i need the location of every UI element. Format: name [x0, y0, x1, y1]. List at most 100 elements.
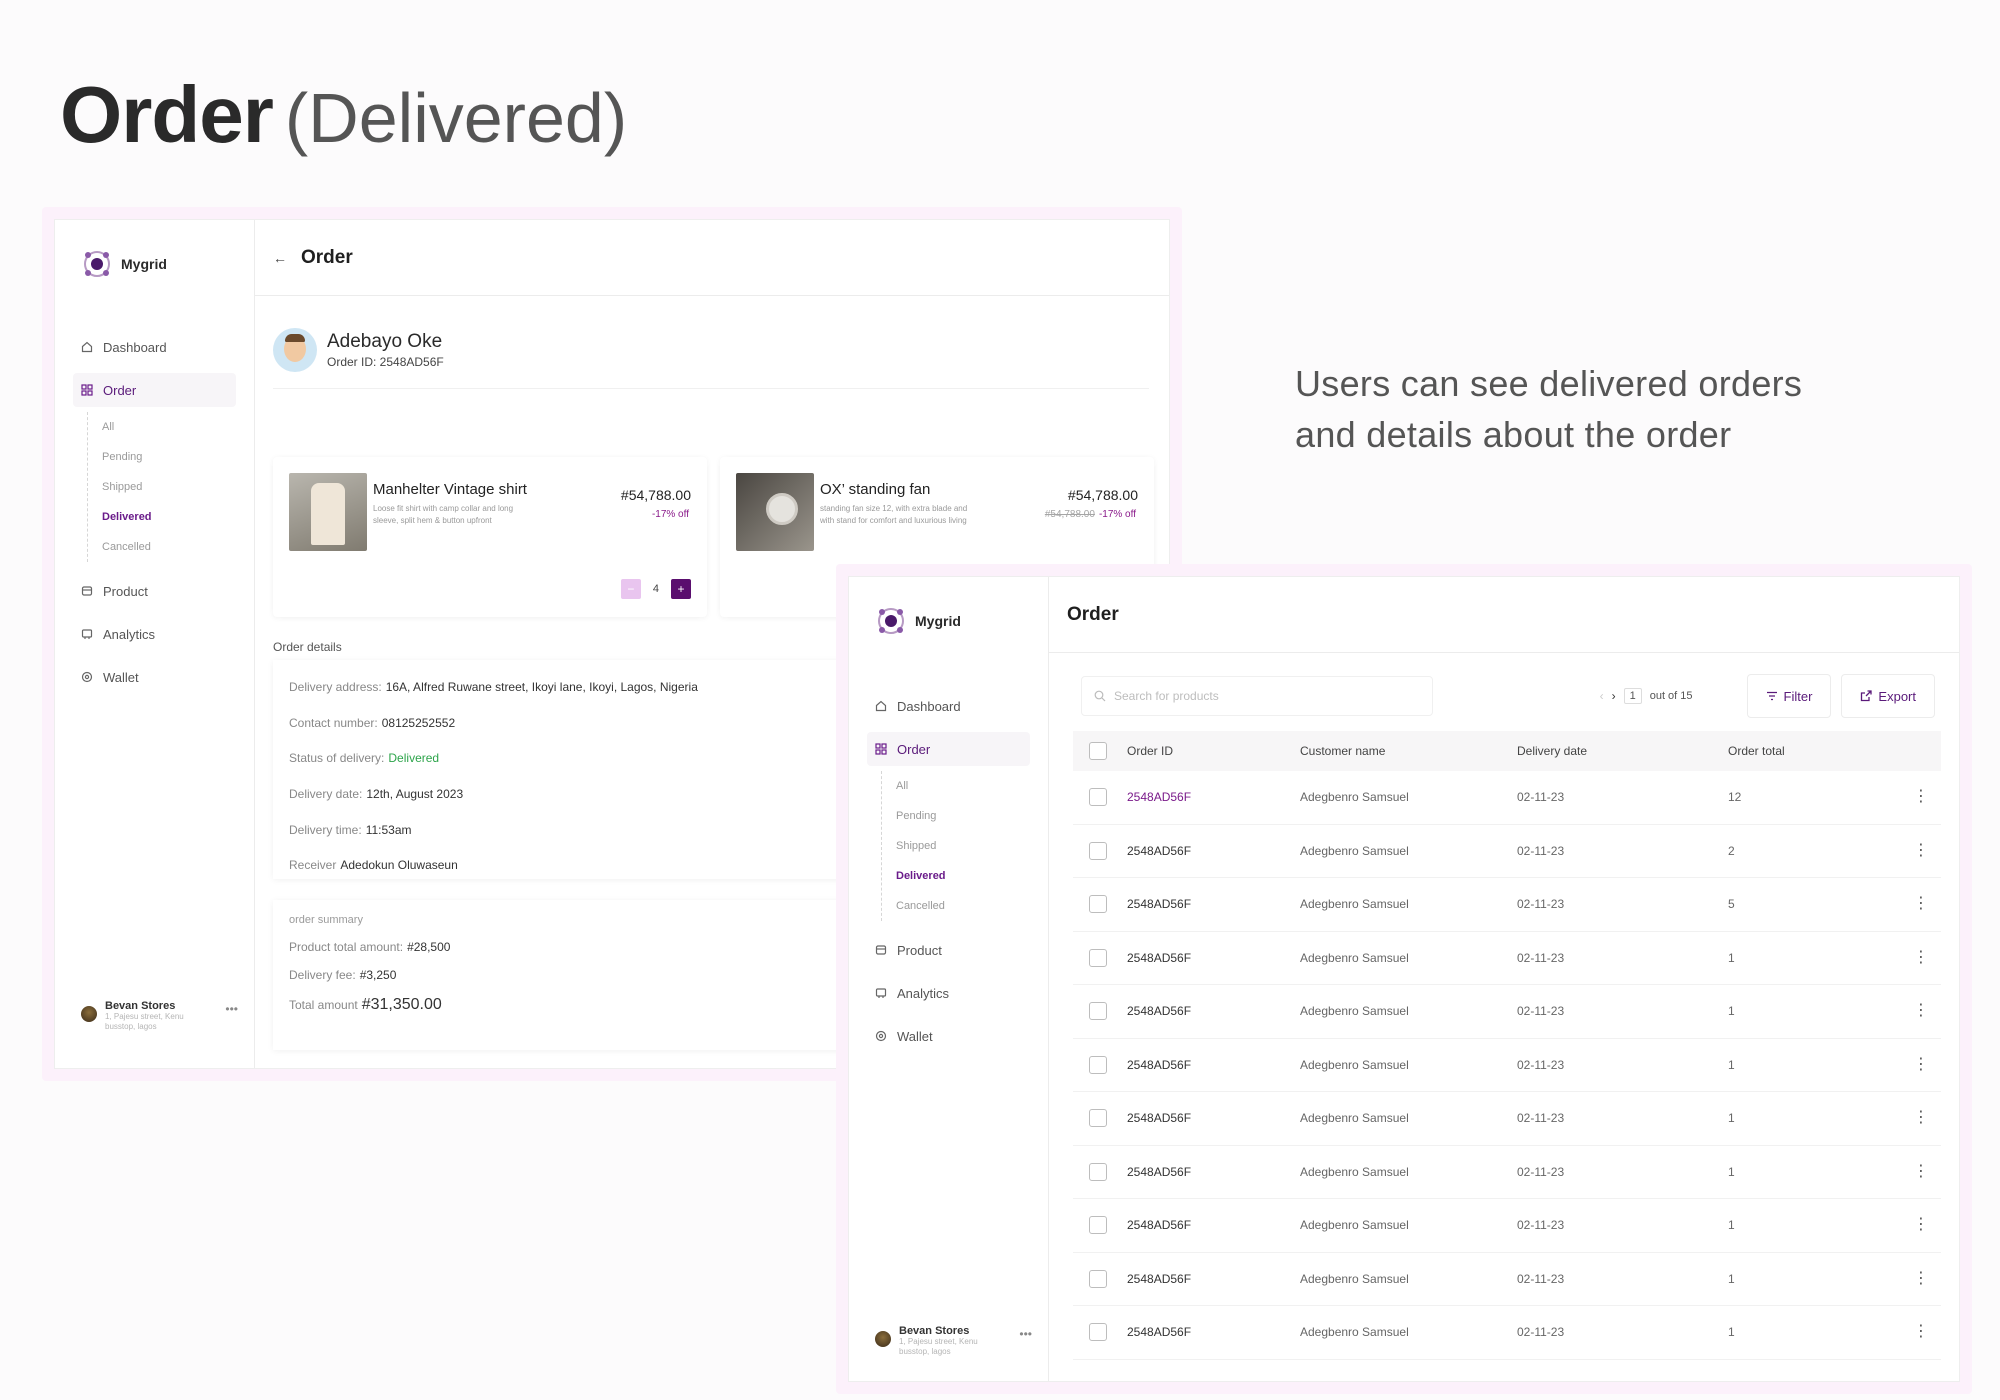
row-checkbox[interactable] [1089, 895, 1107, 914]
more-vertical-icon[interactable]: ⋮ [1901, 949, 1941, 966]
table-row[interactable]: 2548AD56F Adegbenro Samsuel 02-11-23 1 ⋮ [1073, 1039, 1941, 1092]
submenu-cancelled[interactable]: Cancelled [102, 532, 236, 562]
table-row[interactable]: 2548AD56F Adegbenro Samsuel 02-11-23 5 ⋮ [1073, 878, 1941, 932]
order-id-cell[interactable]: 2548AD56F [1127, 1325, 1300, 1339]
submenu-shipped[interactable]: Shipped [896, 831, 1030, 861]
order-id-cell[interactable]: 2548AD56F [1127, 897, 1300, 911]
more-vertical-icon[interactable]: ⋮ [1901, 896, 1941, 912]
row-checkbox[interactable] [1089, 1269, 1107, 1288]
product-discount-label: -17% off [1098, 509, 1136, 520]
header: Order [1049, 577, 1959, 653]
table-row[interactable]: 2548AD56F Adegbenro Samsuel 02-11-23 1 ⋮ [1073, 1253, 1941, 1306]
table-row[interactable]: 2548AD56F Adegbenro Samsuel 02-11-23 1 ⋮ [1073, 932, 1941, 985]
more-vertical-icon[interactable]: ⋮ [1901, 789, 1941, 805]
row-checkbox[interactable] [1089, 1162, 1107, 1181]
table-row[interactable]: 2548AD56F Adegbenro Samsuel 02-11-23 1 ⋮ [1073, 1199, 1941, 1253]
sidebar-item-product[interactable]: Product [867, 933, 1030, 967]
sidebar-item-dashboard[interactable]: Dashboard [73, 330, 236, 364]
search-input[interactable] [1114, 689, 1394, 703]
back-arrow-icon[interactable]: ← [273, 250, 287, 266]
page-number[interactable]: 1 [1623, 688, 1642, 704]
submenu-all[interactable]: All [896, 771, 1030, 801]
next-page-icon[interactable]: › [1612, 689, 1616, 703]
row-checkbox[interactable] [1089, 841, 1107, 860]
more-vertical-icon[interactable]: ⋮ [1901, 1056, 1941, 1073]
table-row[interactable]: 2548AD56F Adegbenro Samsuel 02-11-23 2 ⋮ [1073, 825, 1941, 878]
order-id-cell[interactable]: 2548AD56F [1127, 844, 1300, 858]
sidebar-item-product[interactable]: Product [73, 574, 236, 608]
more-vertical-icon[interactable]: ⋮ [1901, 1217, 1941, 1233]
customer-name-cell: Adegbenro Samsuel [1300, 790, 1409, 805]
fan-image [736, 473, 814, 551]
sidebar-item-wallet[interactable]: Wallet [867, 1019, 1030, 1053]
column-header-customer-name[interactable]: Customer name [1300, 744, 1517, 758]
row-checkbox[interactable] [1089, 1216, 1107, 1235]
more-vertical-icon[interactable]: ⋮ [1901, 1003, 1941, 1019]
delivery-date-cell: 02-11-23 [1517, 1164, 1565, 1179]
row-checkbox[interactable] [1089, 1109, 1107, 1128]
detail-value: Adedokun Oluwaseun [340, 858, 458, 873]
table-row[interactable]: 2548AD56F Adegbenro Samsuel 02-11-23 1 ⋮ [1073, 1092, 1941, 1146]
page-title: Order (Delivered) [60, 70, 627, 163]
page-title-status: (Delivered) [284, 79, 628, 157]
more-vertical-icon[interactable]: ⋮ [1901, 1110, 1941, 1126]
filter-button[interactable]: Filter [1746, 674, 1832, 718]
row-checkbox[interactable] [1089, 1323, 1107, 1342]
more-icon[interactable]: ••• [1019, 1327, 1032, 1341]
table-row[interactable]: 2548AD56F Adegbenro Samsuel 02-11-23 1 ⋮ [1073, 1306, 1941, 1360]
more-vertical-icon[interactable]: ⋮ [1901, 1270, 1941, 1287]
submenu-cancelled[interactable]: Cancelled [896, 891, 1030, 921]
product-description: Loose fit shirt with camp collar and lon… [373, 504, 514, 525]
order-id-cell[interactable]: 2548AD56F [1127, 790, 1300, 804]
table-row[interactable]: 2548AD56F Adegbenro Samsuel 02-11-23 1 ⋮ [1073, 1146, 1941, 1199]
brand[interactable]: Mygrid [877, 607, 961, 635]
order-id-cell[interactable]: 2548AD56F [1127, 1272, 1300, 1286]
submenu-pending[interactable]: Pending [896, 801, 1030, 831]
table-row[interactable]: 2548AD56F Adegbenro Samsuel 02-11-23 1 ⋮ [1073, 985, 1941, 1039]
more-vertical-icon[interactable]: ⋮ [1901, 842, 1941, 859]
select-all-checkbox[interactable] [1089, 742, 1107, 760]
submenu-pending[interactable]: Pending [102, 442, 236, 472]
order-id-cell[interactable]: 2548AD56F [1127, 1111, 1300, 1125]
more-icon[interactable]: ••• [225, 1002, 238, 1016]
column-header-delivery-date[interactable]: Delivery date [1517, 744, 1728, 758]
row-checkbox[interactable] [1089, 1002, 1107, 1021]
order-total-cell: 1 [1728, 1004, 1735, 1019]
column-header-order-id[interactable]: Order ID [1127, 744, 1300, 758]
sidebar-item-order[interactable]: Order [73, 373, 236, 407]
sidebar-item-order[interactable]: Order [867, 732, 1030, 766]
order-id-cell[interactable]: 2548AD56F [1127, 1165, 1300, 1179]
row-checkbox[interactable] [1089, 788, 1107, 807]
more-vertical-icon[interactable]: ⋮ [1901, 1324, 1941, 1340]
sidebar-item-label: Wallet [103, 669, 139, 685]
submenu-shipped[interactable]: Shipped [102, 472, 236, 502]
row-checkbox[interactable] [1089, 948, 1107, 967]
order-id-cell[interactable]: 2548AD56F [1127, 1058, 1300, 1072]
store-profile[interactable]: Bevan Stores 1, Pajesu street, Kenu buss… [875, 1325, 1032, 1357]
sidebar: Mygrid Dashboard Order All Pending Shipp… [849, 577, 1049, 1381]
order-id-cell[interactable]: 2548AD56F [1127, 951, 1300, 965]
sidebar: Mygrid Dashboard Order All Pending Shipp… [55, 220, 255, 1068]
detail-value: 11:53am [365, 822, 412, 837]
table-row[interactable]: 2548AD56F Adegbenro Samsuel 02-11-23 12 ⋮ [1073, 771, 1941, 825]
more-vertical-icon[interactable]: ⋮ [1901, 1163, 1941, 1180]
submenu-all[interactable]: All [102, 412, 236, 442]
quantity-stepper: − 4 + [620, 579, 691, 599]
column-header-order-total[interactable]: Order total [1728, 744, 1941, 758]
submenu-delivered[interactable]: Delivered [102, 502, 236, 532]
sidebar-item-dashboard[interactable]: Dashboard [867, 689, 1030, 723]
sidebar-item-analytics[interactable]: Analytics [73, 617, 236, 651]
increase-button[interactable]: + [671, 579, 691, 599]
export-button[interactable]: Export [1841, 674, 1935, 718]
decrease-button[interactable]: − [620, 579, 641, 599]
submenu-delivered[interactable]: Delivered [896, 861, 1030, 891]
sidebar-item-analytics[interactable]: Analytics [867, 976, 1030, 1010]
store-profile[interactable]: Bevan Stores 1, Pajesu street, Kenu buss… [81, 1000, 238, 1032]
order-id-cell[interactable]: 2548AD56F [1127, 1218, 1300, 1232]
sidebar-item-wallet[interactable]: Wallet [73, 660, 236, 694]
prev-page-icon[interactable]: ‹ [1600, 689, 1604, 703]
row-checkbox[interactable] [1089, 1055, 1107, 1074]
wallet-icon [875, 1030, 887, 1042]
order-id-cell[interactable]: 2548AD56F [1127, 1004, 1300, 1018]
brand[interactable]: Mygrid [83, 250, 167, 278]
